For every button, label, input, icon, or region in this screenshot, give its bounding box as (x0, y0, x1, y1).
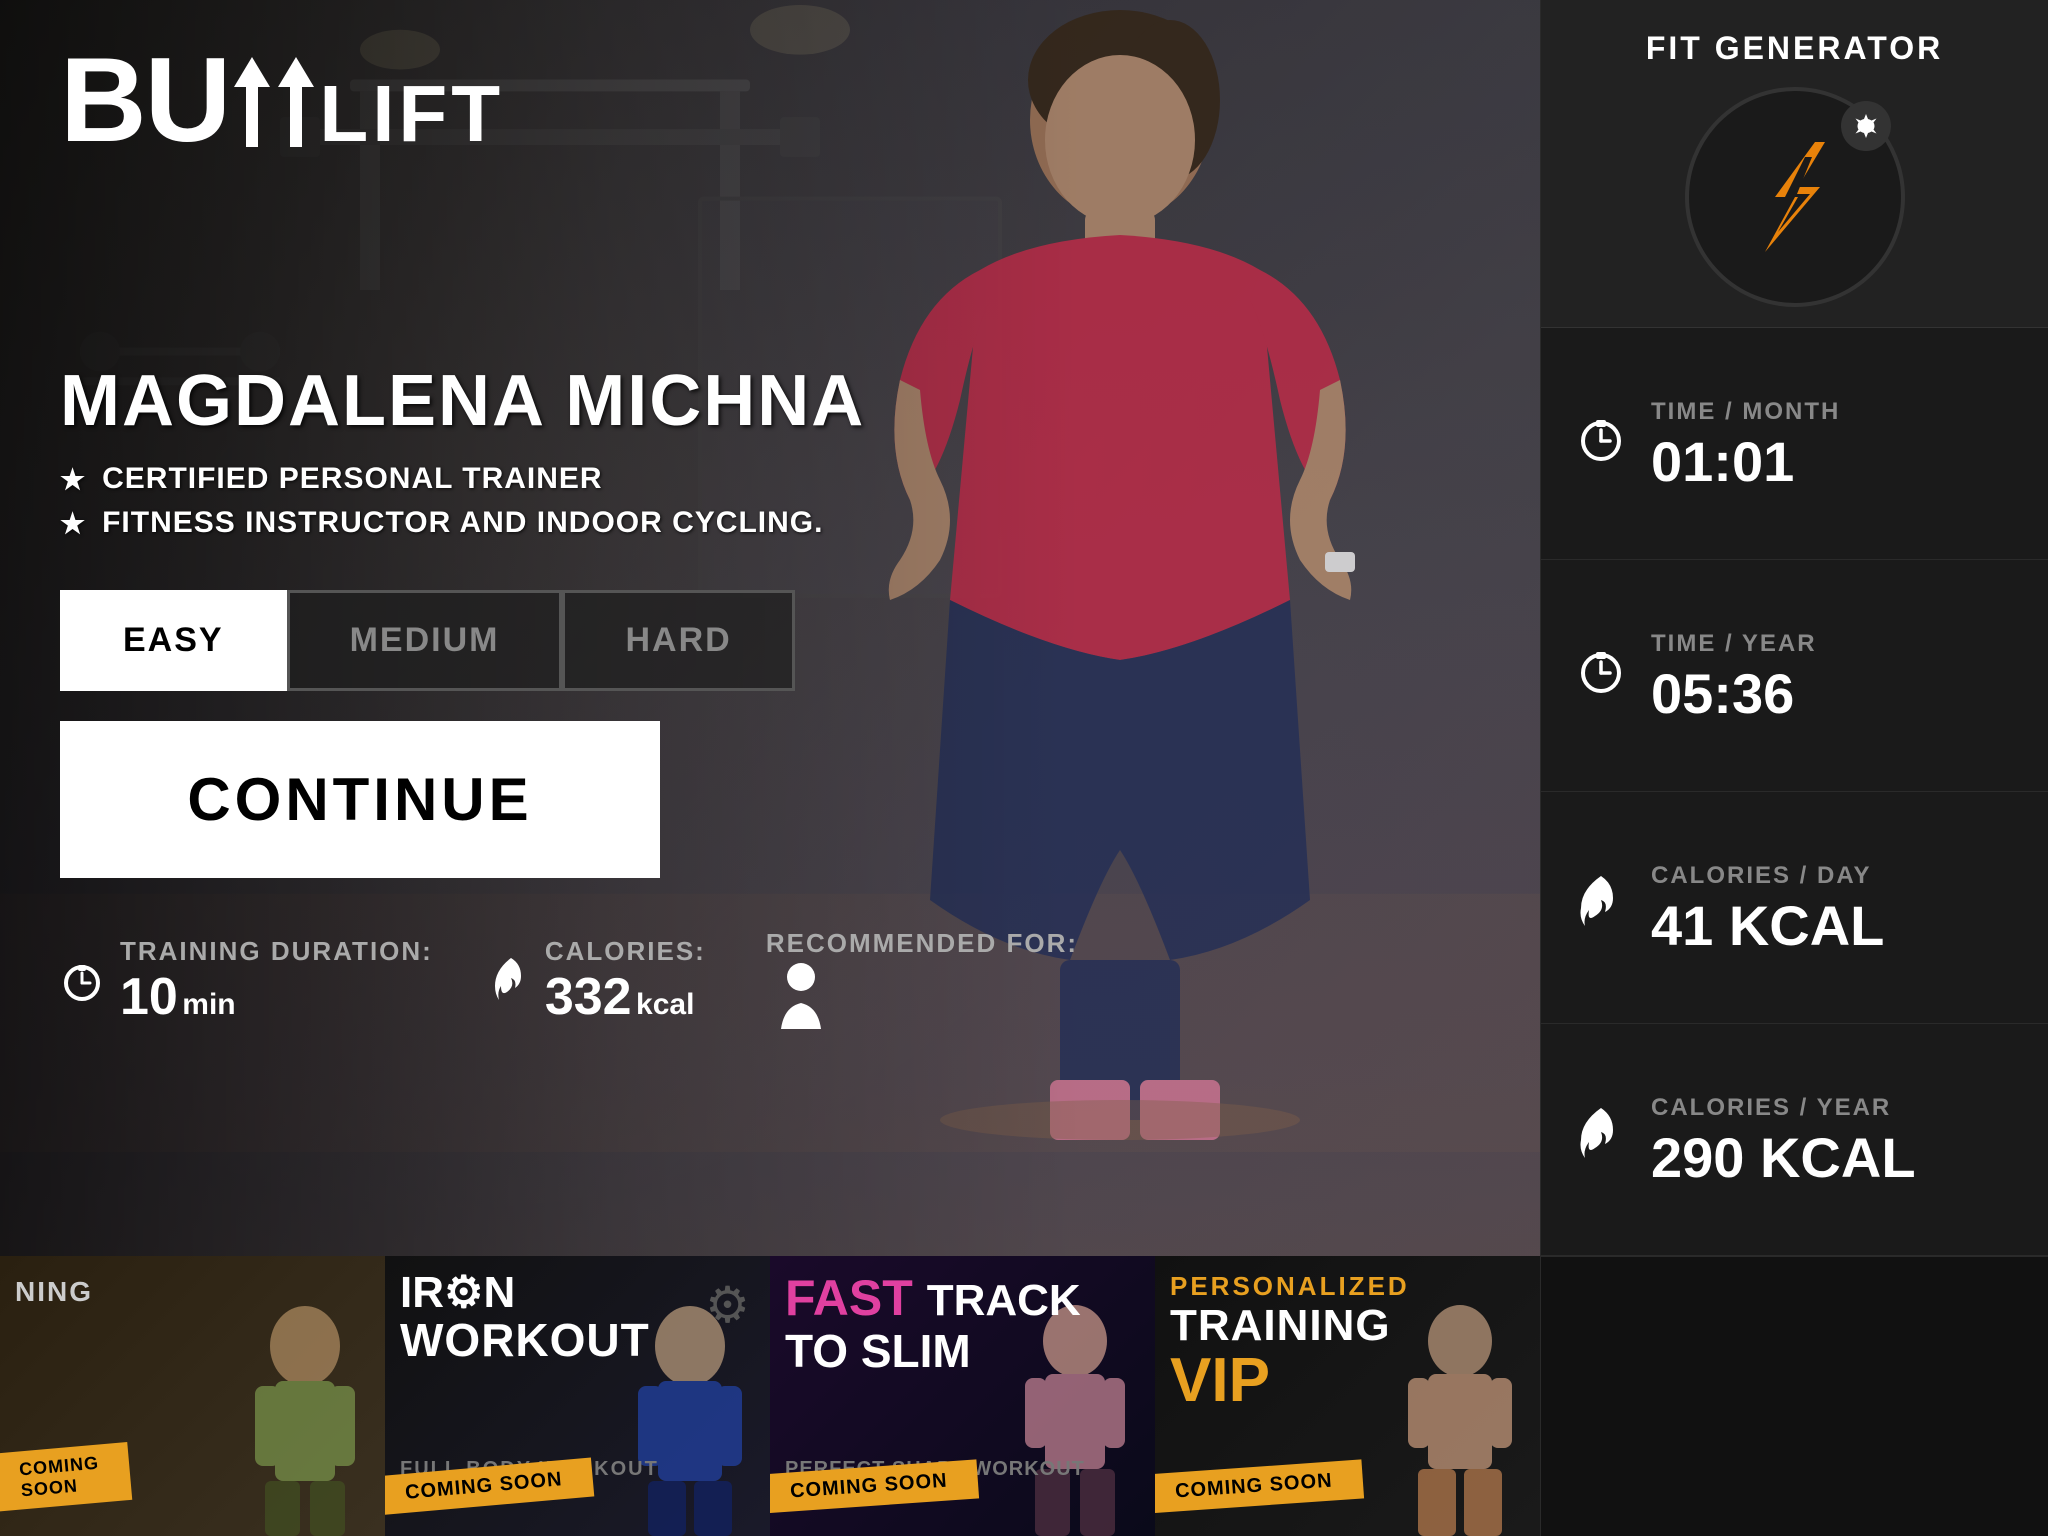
cal-year-value: 290 KCAL (1651, 1130, 2018, 1186)
stats-cards: TIME / MONTH 01:01 TIME / YEAR 05:36 (1541, 328, 2048, 1256)
fast-track-title: FAST TRACK TO SLIM (785, 1271, 1081, 1377)
timer-icon-month (1571, 412, 1631, 476)
flame-icon-2 (1579, 874, 1623, 930)
flame-icon-1 (493, 956, 529, 1006)
cal-day-value: 41 KCAL (1651, 898, 2018, 954)
up-arrow-2 (277, 52, 315, 152)
trainer-bullet-1: ★ CERTIFIED PERSONAL TRAINER (60, 462, 1480, 496)
duration-value: 10 (120, 968, 178, 1026)
duration-unit: min (182, 988, 235, 1021)
trainer-name: MAGDALENA MICHNA (60, 360, 1480, 442)
fit-generator-logo (1685, 87, 1905, 307)
stopwatch-icon-1 (1575, 412, 1627, 464)
difficulty-selector: EASY MEDIUM HARD (60, 590, 660, 691)
timer-icon-1 (60, 959, 104, 1003)
sidebar-bottom (1541, 1256, 2048, 1536)
app-logo: BU LIFT (60, 40, 1480, 160)
stat-recommended: RECOMMENDED FOR: (766, 928, 1078, 1034)
stats-card-cal-day: CALORIES / DAY 41 KCAL (1541, 792, 2048, 1024)
settings-gear-button[interactable] (1841, 101, 1891, 151)
hero-content: BU LIFT MAGDALENA MICHNA (0, 0, 1540, 1256)
calories-unit: kcal (636, 988, 694, 1021)
banner-1-person (225, 1296, 385, 1536)
bottom-banners: NING COMINGSOON ⚙ IR⚙N (0, 1256, 1540, 1536)
cal-day-label: CALORIES / DAY (1651, 862, 2018, 890)
main-container: BU LIFT MAGDALENA MICHNA (0, 0, 2048, 1536)
difficulty-medium[interactable]: MEDIUM (287, 590, 563, 691)
person-icon (766, 959, 836, 1029)
recommended-label: RECOMMENDED FOR: (766, 928, 1078, 959)
banner-4-coming-soon: COMING SOON (1155, 1459, 1364, 1513)
gear-icon (1852, 112, 1880, 140)
duration-label: TRAINING DURATION: (120, 936, 433, 967)
trainer-bullet-2: ★ FITNESS INSTRUCTOR AND INDOOR CYCLING. (60, 506, 1480, 540)
star-icon-2: ★ (60, 507, 86, 540)
star-icon-1: ★ (60, 463, 86, 496)
difficulty-hard[interactable]: HARD (562, 590, 794, 691)
flame-icon-year (1571, 1106, 1631, 1174)
continue-button[interactable]: CONTINUE (60, 721, 660, 878)
timer-icon-year (1571, 644, 1631, 708)
time-year-value: 05:36 (1651, 666, 2018, 722)
stats-card-time-year: TIME / YEAR 05:36 (1541, 560, 2048, 792)
calories-value: 332 (545, 968, 632, 1026)
cal-year-label: CALORIES / YEAR (1651, 1094, 2018, 1122)
stats-card-cal-year: CALORIES / YEAR 290 KCAL (1541, 1024, 2048, 1256)
sidebar-banner-placeholder (1541, 1256, 2048, 1536)
banner-training-text: NING (15, 1276, 93, 1308)
flame-icon-3 (1579, 1106, 1623, 1162)
hero-section: BU LIFT MAGDALENA MICHNA (0, 0, 1540, 1536)
difficulty-easy[interactable]: EASY (60, 590, 287, 691)
banner-1-coming-soon: COMINGSOON (0, 1442, 132, 1512)
banner-iron-workout[interactable]: ⚙ IR⚙N WORKOUT FULL BODY WORKOUT COMING … (385, 1256, 770, 1536)
banner-fast-track[interactable]: FAST TRACK TO SLIM PERFECT SHAPE WORKOUT… (770, 1256, 1155, 1536)
banner-vip[interactable]: PERSONALIZED TRAINING VIP COMING SOON (1155, 1256, 1540, 1536)
logo-arrows (233, 52, 315, 160)
logo-lift-text: LIFT (319, 74, 504, 160)
logo-butt-text: BU (60, 40, 319, 160)
fit-generator-header: FIT GENERATOR (1541, 0, 2048, 328)
flame-icon-day (1571, 874, 1631, 942)
vip-title: PERSONALIZED TRAINING VIP (1170, 1271, 1410, 1412)
calories-label: CALORIES: (545, 936, 706, 967)
stat-calories: CALORIES: 332 kcal (493, 936, 706, 1027)
training-stats: TRAINING DURATION: 10 min CALORIES: 332 … (60, 928, 1480, 1034)
stat-duration: TRAINING DURATION: 10 min (60, 936, 433, 1027)
stats-card-time-month: TIME / MONTH 01:01 (1541, 328, 2048, 560)
up-arrow-1 (233, 52, 271, 152)
gear-icon-iron: ⚙ (705, 1276, 750, 1334)
trainer-credentials: ★ CERTIFIED PERSONAL TRAINER ★ FITNESS I… (60, 462, 1480, 540)
right-sidebar: FIT GENERATOR (1540, 0, 2048, 1536)
time-month-label: TIME / MONTH (1651, 398, 2018, 426)
stopwatch-icon-2 (1575, 644, 1627, 696)
fit-generator-title: FIT GENERATOR (1646, 30, 1943, 67)
iron-workout-title: IR⚙N WORKOUT (400, 1271, 650, 1366)
banner-training[interactable]: NING COMINGSOON (0, 1256, 385, 1536)
fit-gen-logo-svg (1730, 132, 1860, 262)
time-month-value: 01:01 (1651, 434, 2018, 490)
time-year-label: TIME / YEAR (1651, 630, 2018, 658)
